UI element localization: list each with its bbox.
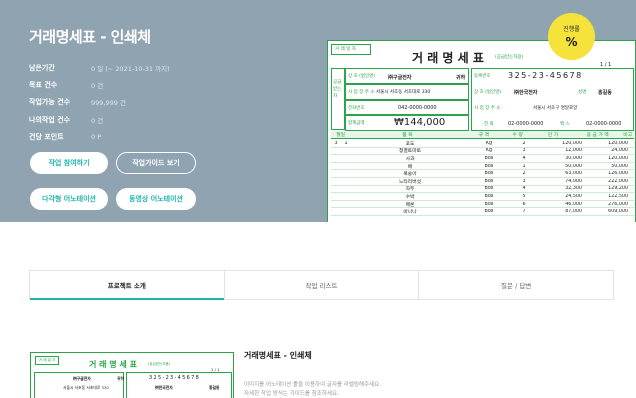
- reg-label: 등록번호: [474, 74, 491, 79]
- fax-number: 02-0000-0000: [586, 121, 622, 127]
- receiver-address: 서울시 서초구 명달로앙: [533, 106, 578, 111]
- receiver-company: ㈜한국전자: [514, 90, 538, 96]
- invoice-preview-image: 거 래 일 자 거 래 명 세 표 (공급받는자용) 1 / 1 공급받는자 상…: [327, 40, 636, 222]
- info-row-target: 목표 건수 0 건: [29, 76, 170, 93]
- progress-value: %: [565, 35, 578, 49]
- tab-project-intro[interactable]: 프로젝트 소개: [30, 271, 225, 300]
- receiver-side-label: 공급받는자: [333, 80, 342, 99]
- reg-number: 325-23-45678: [508, 71, 583, 80]
- info-value: 0 P: [91, 132, 102, 141]
- table-row: 바나나 Box 7 87,000 609,000: [331, 208, 634, 216]
- project-title: 거래명세표 - 인쇄체: [29, 28, 151, 46]
- invoice-title: 거 래 명 세 표: [412, 51, 484, 65]
- info-row-remaining: 남은기간 0 일 (~ 2021-10-31 까지): [29, 59, 170, 76]
- info-row-my-work: 나의작업 건수 0 건: [29, 111, 170, 128]
- phone-label: 전화번호: [348, 106, 365, 111]
- invoice-table-header: 월일 품 목 규 격 수 량 단 가 공 급 가 액 비고: [331, 131, 634, 139]
- total-amount: ₩144,000: [394, 117, 446, 128]
- tab-work-list[interactable]: 작업 리스트: [225, 271, 420, 299]
- address: 서울시 서초동 서초대로 330: [376, 90, 431, 95]
- info-label: 건당 포인트: [29, 132, 64, 141]
- tel-number: 02-0000-0000: [508, 121, 544, 127]
- address-label: 사 업 장 주 소: [348, 90, 375, 95]
- info-value: 0 일 (~ 2021-10-31 까지): [91, 64, 170, 73]
- info-value: 0 건: [91, 81, 104, 90]
- receiver-business-label: 상 호 (법인명): [474, 90, 502, 95]
- receiver-address-label: 사 업 장 주 소: [474, 106, 501, 111]
- business-label: 상 호 (법인명): [348, 74, 376, 79]
- info-value: 0 건: [91, 116, 104, 125]
- video-annotation-button[interactable]: 동영상 어노테이션: [116, 188, 196, 210]
- info-row-points: 건당 포인트 0 P: [29, 128, 170, 145]
- project-tabs: 프로젝트 소개 작업 리스트 질문 / 답변: [29, 270, 614, 300]
- progress-label: 진행률: [563, 26, 580, 33]
- progress-badge: 진행률 %: [548, 13, 595, 60]
- info-row-available: 작업가능 건수 999,999 건: [29, 94, 170, 111]
- ceo-label: 성명: [578, 90, 587, 95]
- info-label: 나의작업 건수: [29, 115, 71, 124]
- invoice-title-sub: (공급받는자용): [495, 55, 524, 60]
- intro-description-line: 이미지를 어노테이션 툴을 이용하여 글자를 라벨링해주세요.: [244, 382, 381, 388]
- phone: 042-0000-0000: [398, 105, 437, 111]
- guide-button[interactable]: 작업가이드 보기: [116, 152, 196, 174]
- honorific: 귀하: [456, 75, 466, 81]
- project-hero: 거래명세표 - 인쇄체 남은기간 0 일 (~ 2021-10-31 까지) 목…: [0, 0, 636, 222]
- ceo-name: 홍길동: [598, 90, 612, 96]
- tel-label: 전 화: [484, 122, 494, 127]
- tab-qna[interactable]: 질문 / 답변: [419, 271, 613, 299]
- polygon-annotation-button[interactable]: 다각형 어노테이션: [30, 188, 108, 210]
- intro-description: 이미지를 어노테이션 툴을 이용하여 글자를 라벨링해주세요. 자세한 작업 방…: [244, 381, 381, 398]
- info-label: 작업가능 건수: [29, 98, 71, 107]
- date-label: 거 래 일 자: [335, 47, 356, 52]
- fax-label: 팩 스: [560, 122, 570, 127]
- intro-title: 거래명세표 - 인쇄체: [244, 351, 312, 360]
- project-info-list: 남은기간 0 일 (~ 2021-10-31 까지) 목표 건수 0 건 작업가…: [29, 59, 170, 145]
- info-label: 목표 건수: [29, 80, 58, 89]
- company-name: ㈜구글전자: [388, 75, 412, 81]
- invoice-thumbnail-image: 거 래 일 자 거 래 명 세 표 (공급받는자용) 1 / 1 ㈜구글전자 귀…: [30, 352, 234, 398]
- info-label: 남은기간: [29, 63, 55, 72]
- invoice-items: 3 1 포도 Kg 2 120,000 120,000 청결토마토 Kg 3 12,000 24,0…: [331, 140, 634, 216]
- total-label: 합계금액: [348, 121, 365, 126]
- intro-description-line: 자세한 작업 방식는 가이드를 참조하세요.: [244, 391, 339, 397]
- participate-button[interactable]: 작업 참여하기: [30, 152, 108, 174]
- info-value: 999,999 건: [91, 99, 126, 108]
